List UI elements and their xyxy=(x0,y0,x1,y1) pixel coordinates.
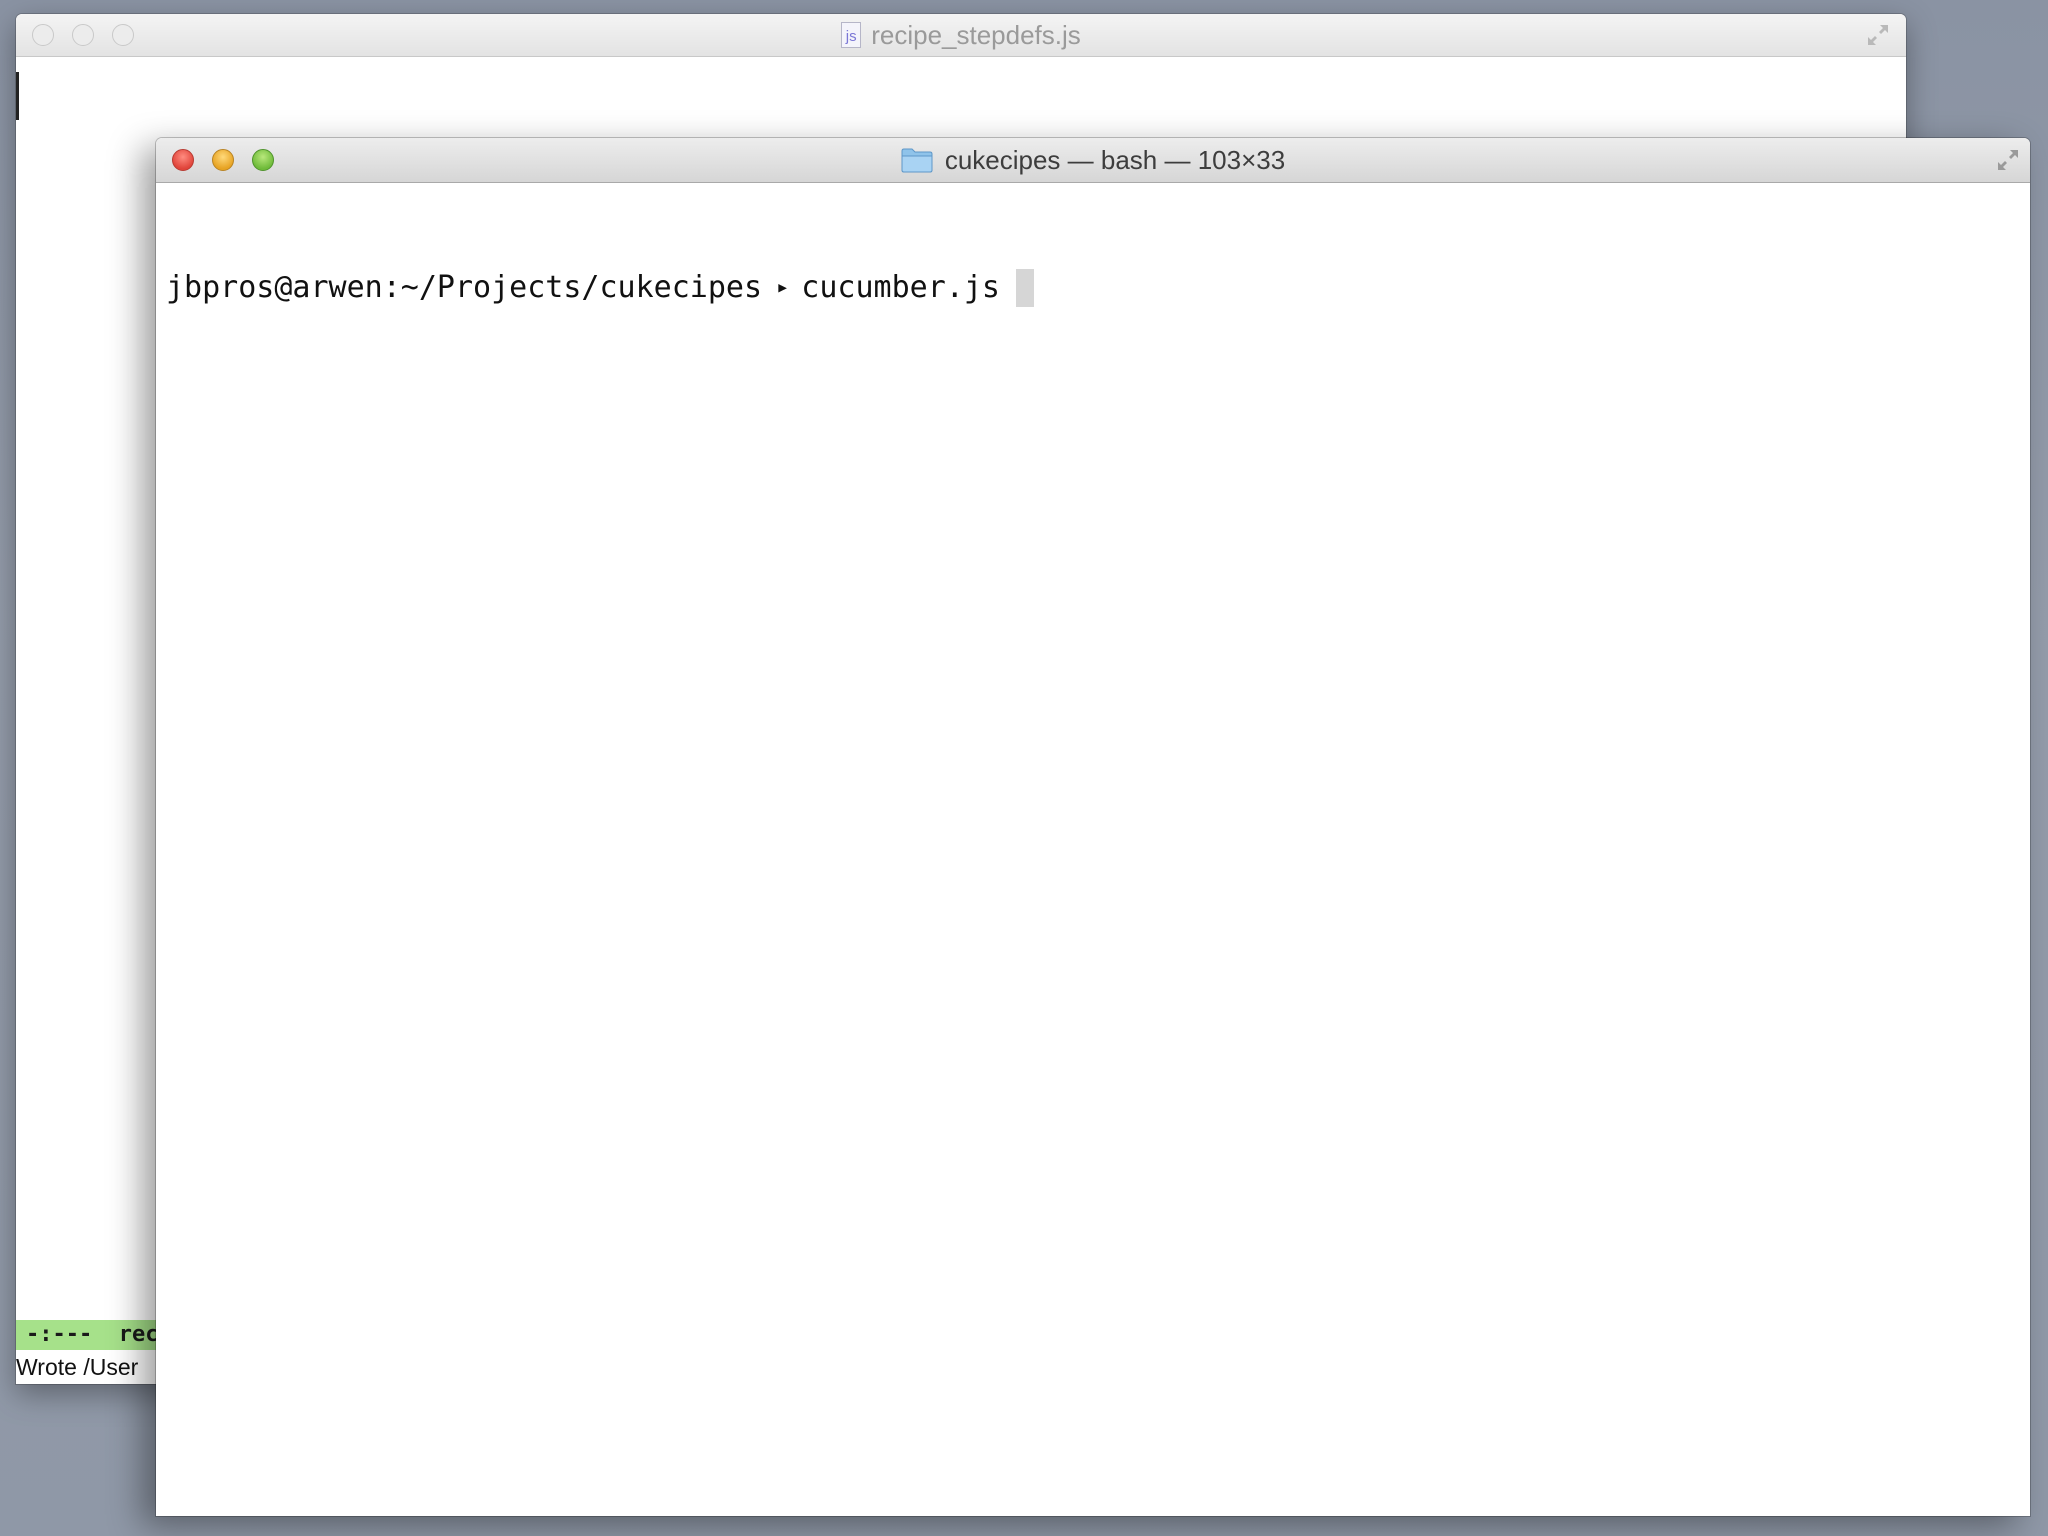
shell-prompt: jbpros@arwen:~/Projects/cukecipes xyxy=(166,270,763,305)
prompt-line: jbpros@arwen:~/Projects/cukecipes ▸ cucu… xyxy=(166,268,2020,308)
js-file-icon: js xyxy=(841,22,862,48)
terminal-cursor xyxy=(1015,269,1034,307)
terminal-title: cukecipes — bash — 103×33 xyxy=(156,138,2030,182)
editor-title-text: recipe_stepdefs.js xyxy=(871,19,1081,50)
editor-title: js recipe_stepdefs.js xyxy=(16,14,1906,56)
typed-command: cucumber.js xyxy=(801,270,1000,305)
terminal-title-text: cukecipes — bash — 103×33 xyxy=(944,144,1286,175)
fullscreen-icon[interactable] xyxy=(1996,148,2020,172)
terminal-window[interactable]: cukecipes — bash — 103×33 jbpros@arwen:~… xyxy=(156,138,2030,1516)
terminal-content[interactable]: jbpros@arwen:~/Projects/cukecipes ▸ cucu… xyxy=(166,188,2020,1516)
editor-cursor xyxy=(16,72,19,120)
prompt-caret-icon: ▸ xyxy=(776,275,790,300)
folder-icon xyxy=(901,148,933,173)
editor-titlebar[interactable]: js recipe_stepdefs.js xyxy=(16,14,1906,57)
terminal-titlebar[interactable]: cukecipes — bash — 103×33 xyxy=(156,138,2030,183)
fullscreen-icon[interactable] xyxy=(1866,23,1890,47)
